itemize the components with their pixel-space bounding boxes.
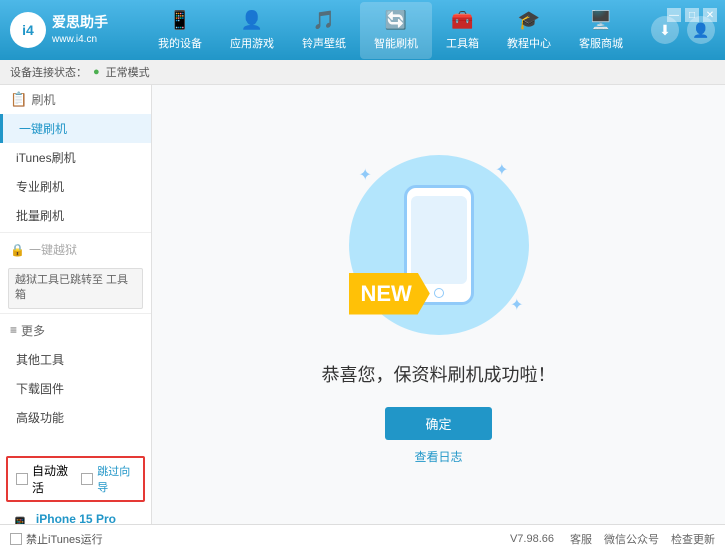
minimize-button[interactable]: — xyxy=(667,8,681,22)
device-name: iPhone 15 Pro Max xyxy=(36,512,141,524)
nav-tabs: 📱 我的设备 👤 应用游戏 🎵 铃声壁纸 🔄 智能刷机 🧰 工具箱 🎓 xyxy=(130,2,651,59)
main-layout: 📋 刷机 一键刷机 iTunes刷机 专业刷机 批量刷机 🔒 一键越狱 越狱工具… xyxy=(0,85,725,524)
sidebar-item-pro-flash[interactable]: 专业刷机 xyxy=(0,172,151,201)
flash-section-header: 📋 刷机 xyxy=(0,85,151,114)
bottom-link-wechat[interactable]: 微信公众号 xyxy=(604,531,659,547)
service-icon: 🖥️ xyxy=(590,10,612,31)
sidebar-item-other-tools[interactable]: 其他工具 xyxy=(0,345,151,374)
bottom-links: 客服 微信公众号 检查更新 xyxy=(570,531,715,547)
confirm-button[interactable]: 确定 xyxy=(385,407,491,440)
lock-icon: 🔒 xyxy=(10,243,25,257)
window-controls: — □ ✕ xyxy=(667,8,717,22)
itunes-checkbox[interactable] xyxy=(10,533,22,545)
sidebar: 📋 刷机 一键刷机 iTunes刷机 专业刷机 批量刷机 🔒 一键越狱 越狱工具… xyxy=(0,85,152,524)
sparkle-icon-2: ✦ xyxy=(495,160,508,180)
apps-icon: 👤 xyxy=(241,10,263,31)
phone-illustration: ✦ ✦ ✦ NEW xyxy=(339,145,539,345)
jailbreak-label: 一键越狱 xyxy=(29,241,77,258)
skip-wizard-label[interactable]: 跳过向导 xyxy=(97,463,135,495)
itunes-row: 禁止iTunes运行 xyxy=(10,531,103,547)
app-url: www.i4.cn xyxy=(52,33,108,47)
sidebar-item-download-firmware[interactable]: 下载固件 xyxy=(0,374,151,403)
close-button[interactable]: ✕ xyxy=(703,8,717,22)
status-value: 正常模式 xyxy=(106,64,150,80)
maximize-button[interactable]: □ xyxy=(685,8,699,22)
tab-service-label: 客服商城 xyxy=(579,35,623,51)
app-name: 爱思助手 xyxy=(52,13,108,33)
tab-smart-flash-label: 智能刷机 xyxy=(374,35,418,51)
ribbon-text: NEW xyxy=(349,273,430,315)
sidebar-item-itunes-flash[interactable]: iTunes刷机 xyxy=(0,143,151,172)
tab-tutorials-label: 教程中心 xyxy=(507,35,551,51)
sparkle-icon-3: ✦ xyxy=(510,295,523,315)
connection-status-bar: 设备连接状态： ● 正常模式 xyxy=(0,60,725,85)
more-label: 更多 xyxy=(21,322,45,339)
sidebar-item-batch-flash[interactable]: 批量刷机 xyxy=(0,201,151,230)
logo-icon: i4 xyxy=(10,12,46,48)
phone-device-icon: 📱 xyxy=(10,516,30,524)
auto-activate-checkbox[interactable] xyxy=(16,473,28,485)
sidebar-item-onekey-flash[interactable]: 一键刷机 xyxy=(0,114,151,143)
device-icon: 📱 xyxy=(169,10,191,31)
tab-smart-flash[interactable]: 🔄 智能刷机 xyxy=(360,2,432,59)
tab-toolbox-label: 工具箱 xyxy=(446,35,479,51)
status-dot-icon: ● xyxy=(93,66,100,78)
bottom-link-service[interactable]: 客服 xyxy=(570,531,592,547)
success-message: 恭喜您，保资料刷机成功啦！ xyxy=(322,361,556,387)
tab-ringtones[interactable]: 🎵 铃声壁纸 xyxy=(288,2,360,59)
tab-apps-label: 应用游戏 xyxy=(230,35,274,51)
ringtone-icon: 🎵 xyxy=(313,10,335,31)
flash-icon: 🔄 xyxy=(385,10,407,31)
top-bar: i4 爱思助手 www.i4.cn 📱 我的设备 👤 应用游戏 🎵 铃声壁纸 🔄… xyxy=(0,0,725,60)
sidebar-item-advanced[interactable]: 高级功能 xyxy=(0,403,151,432)
phone-screen xyxy=(411,196,467,284)
view-log-link[interactable]: 查看日志 xyxy=(414,448,462,465)
tab-my-device[interactable]: 📱 我的设备 xyxy=(144,2,216,59)
tutorials-icon: 🎓 xyxy=(518,10,540,31)
tab-service[interactable]: 🖥️ 客服商城 xyxy=(565,2,637,59)
sidebar-divider-2 xyxy=(0,313,151,314)
bottom-link-update[interactable]: 检查更新 xyxy=(671,531,715,547)
sidebar-divider xyxy=(0,232,151,233)
flash-section-label: 刷机 xyxy=(31,91,55,108)
tab-toolbox[interactable]: 🧰 工具箱 xyxy=(432,2,493,59)
more-icon: ≡ xyxy=(10,323,17,337)
new-ribbon: NEW xyxy=(349,273,430,315)
device-icon-row: 📱 iPhone 15 Pro Max xyxy=(10,512,141,524)
status-label: 设备连接状态： xyxy=(10,64,87,80)
auto-activate-row: 自动激活 跳过向导 xyxy=(6,456,145,502)
tab-my-device-label: 我的设备 xyxy=(158,35,202,51)
flash-section-icon: 📋 xyxy=(10,91,27,108)
sidebar-notice: 越狱工具已跳转至 工具箱 xyxy=(8,268,143,309)
skip-wizard-checkbox[interactable] xyxy=(81,473,93,485)
itunes-label: 禁止iTunes运行 xyxy=(26,531,103,547)
tab-tutorials[interactable]: 🎓 教程中心 xyxy=(493,2,565,59)
more-section-header: ≡ 更多 xyxy=(0,316,151,345)
device-info: 📱 iPhone 15 Pro Max 512GB iPhone xyxy=(0,506,151,524)
logo-area: i4 爱思助手 www.i4.cn xyxy=(10,12,130,48)
content-area: ✦ ✦ ✦ NEW 恭喜您，保资料刷机成功啦！ 确定 查看日志 xyxy=(152,85,725,524)
sparkle-icon-1: ✦ xyxy=(359,165,372,185)
version-text: V7.98.66 xyxy=(510,533,554,545)
toolbox-icon: 🧰 xyxy=(451,10,473,31)
phone-home-button xyxy=(434,288,444,298)
bottom-bar: 禁止iTunes运行 V7.98.66 客服 微信公众号 检查更新 xyxy=(0,524,725,552)
auto-activate-label: 自动激活 xyxy=(32,462,73,496)
tab-apps-games[interactable]: 👤 应用游戏 xyxy=(216,2,288,59)
tab-ringtones-label: 铃声壁纸 xyxy=(302,35,346,51)
sidebar-disabled-jailbreak: 🔒 一键越狱 xyxy=(0,235,151,264)
